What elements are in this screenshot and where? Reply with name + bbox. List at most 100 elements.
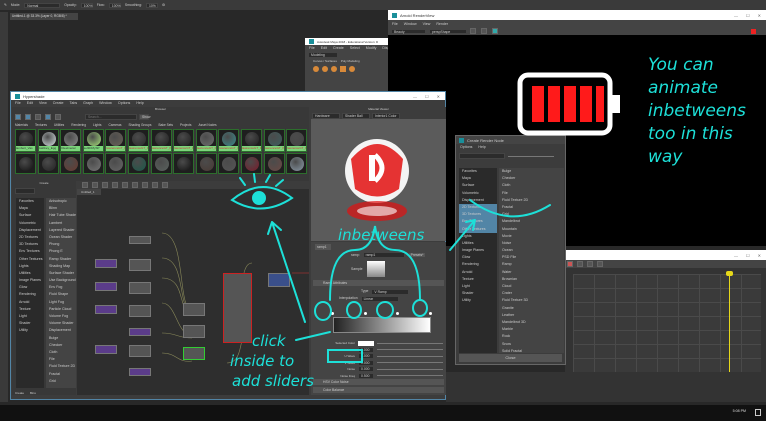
noise-field[interactable]: 0.000 xyxy=(358,366,374,373)
browser-tab-5[interactable]: Cameras xyxy=(109,123,122,127)
create-node-item[interactable]: File xyxy=(46,356,76,363)
browser-tab-3[interactable]: Rendering xyxy=(71,123,86,127)
place2d-node[interactable] xyxy=(129,368,151,376)
attr-slider[interactable] xyxy=(377,355,443,357)
node-category[interactable]: Surface xyxy=(459,182,497,189)
browser-tab-8[interactable]: Projects xyxy=(180,123,192,127)
node-category[interactable]: Rendering xyxy=(459,261,497,268)
browser-tab-1[interactable]: Textures xyxy=(35,123,47,127)
key-tool-icon[interactable] xyxy=(567,261,573,267)
create-category[interactable]: Utility xyxy=(16,327,44,334)
menu-item-1[interactable]: Help xyxy=(478,145,485,149)
render-node-item[interactable]: Mandelbrot 3D xyxy=(499,319,564,326)
render-node-item[interactable]: File xyxy=(499,190,564,197)
ramp-handle[interactable] xyxy=(331,312,334,315)
cone-tool-icon[interactable] xyxy=(340,66,346,72)
create-node-item[interactable]: Blinn xyxy=(46,205,76,212)
ramp-handle[interactable] xyxy=(396,312,399,315)
create-node-item[interactable]: Volume Shader xyxy=(46,320,76,327)
node-category[interactable]: Utility xyxy=(459,297,497,304)
render-node-item[interactable]: Ocean xyxy=(499,247,564,254)
material-swatch[interactable]: lawrenceGT_P xyxy=(105,129,127,152)
camera-select[interactable]: perspShape xyxy=(429,28,467,34)
node-category[interactable]: Env Textures xyxy=(459,218,497,226)
node-category[interactable]: Image Planes xyxy=(459,247,497,254)
create-node-item[interactable]: Shading Map xyxy=(46,263,76,270)
selected-color-swatch[interactable] xyxy=(358,340,374,346)
create-node-item[interactable]: Phong xyxy=(46,241,76,248)
material-swatch[interactable] xyxy=(37,153,59,174)
create-category[interactable]: Favorites xyxy=(16,198,44,205)
browser-tab-2[interactable]: Utilities xyxy=(54,123,64,127)
material-swatch[interactable] xyxy=(60,153,82,174)
create-node-item[interactable]: Light Fog xyxy=(46,299,76,306)
create-category[interactable]: Texture xyxy=(16,306,44,313)
interpolation-select[interactable]: Linear xyxy=(360,296,399,302)
render-node-item[interactable]: PSD File xyxy=(499,254,564,261)
material-swatch[interactable] xyxy=(150,153,172,174)
place2d-node[interactable] xyxy=(95,259,117,268)
layered-texture-node[interactable] xyxy=(183,347,205,360)
create-category[interactable]: Image Planes xyxy=(16,277,44,284)
menu-item-3[interactable]: Render xyxy=(436,22,448,26)
create-category[interactable]: Displacement xyxy=(16,227,44,234)
material-swatch[interactable] xyxy=(263,153,285,174)
node-category[interactable]: Utilities xyxy=(459,240,497,247)
presets-button[interactable]: Presets* xyxy=(407,252,426,258)
texture-node[interactable] xyxy=(129,259,151,271)
node-category[interactable]: Displacement xyxy=(459,197,497,204)
aov-select[interactable]: Beauty xyxy=(391,28,426,34)
create-tab-0[interactable]: Create xyxy=(15,391,24,395)
menu-item-2[interactable]: Create xyxy=(333,46,344,50)
render-node-item[interactable]: Cloud xyxy=(499,283,564,290)
create-node-item[interactable]: Ramp Shader xyxy=(46,256,76,263)
minimize-button[interactable]: — xyxy=(734,13,738,18)
create-node-item[interactable]: Fluid Shape xyxy=(46,291,76,298)
menu-item-8[interactable]: Help xyxy=(136,101,143,105)
material-swatch[interactable] xyxy=(218,153,240,174)
create-category[interactable]: Volumetric xyxy=(16,220,44,227)
create-node-item[interactable]: Fluid Texture 2D xyxy=(46,363,76,370)
mode-select[interactable]: Normal xyxy=(24,2,61,8)
material-swatch[interactable]: Dieelmetal xyxy=(60,129,82,152)
render-node-item[interactable]: Leather xyxy=(499,312,564,319)
refresh-button[interactable] xyxy=(481,28,487,34)
color-balance-section[interactable]: Color Balance xyxy=(313,387,444,393)
material-swatch[interactable]: Gabbey_Egg xyxy=(37,129,59,152)
create-node-item[interactable]: Cloth xyxy=(46,349,76,356)
menu-item-0[interactable]: File xyxy=(15,101,21,105)
layered-texture-node[interactable] xyxy=(183,325,205,338)
show-button[interactable]: Show xyxy=(139,113,150,120)
menu-item-4[interactable]: Modify xyxy=(366,46,377,50)
create-node-item[interactable]: Layered Shader xyxy=(46,227,76,234)
render-button[interactable] xyxy=(470,28,476,34)
material-swatch[interactable]: lawrenceGT_P xyxy=(150,129,172,152)
maximize-button[interactable]: ☐ xyxy=(425,94,429,99)
crop-button[interactable] xyxy=(492,28,498,34)
node-category[interactable]: Favorites xyxy=(459,168,497,175)
create-node-item[interactable]: Anisotropic xyxy=(46,198,76,205)
selected-position-field[interactable]: 0.000 xyxy=(358,346,374,353)
menu-item-3[interactable]: Create xyxy=(53,101,64,105)
create-node-item[interactable]: Checker xyxy=(46,342,76,349)
create-node-item[interactable]: Env Fog xyxy=(46,284,76,291)
render-node-item[interactable]: Fluid Texture 2D xyxy=(499,197,564,204)
node-category[interactable]: Light xyxy=(459,283,497,290)
render-node-item[interactable]: Bulge xyxy=(499,168,564,175)
remove-node-icon[interactable] xyxy=(132,182,138,188)
render-node-item[interactable]: Checker xyxy=(499,175,564,182)
material-swatch[interactable] xyxy=(241,153,262,174)
playhead-marker[interactable] xyxy=(726,271,733,276)
ramp-gradient[interactable] xyxy=(333,317,431,333)
create-category[interactable]: Maya xyxy=(16,205,44,212)
menu-item-3[interactable]: Select xyxy=(350,46,360,50)
shelf-tab-0[interactable]: Curves / Surfaces xyxy=(313,59,337,63)
create-node-item[interactable]: Fractal xyxy=(46,371,76,378)
shading-group-node[interactable] xyxy=(268,273,290,287)
create-node-item[interactable]: Surface Shader xyxy=(46,270,76,277)
browser-tab-4[interactable]: Lights xyxy=(93,123,102,127)
render-node-item[interactable]: Fluid Texture 3D xyxy=(499,297,564,304)
menu-item-6[interactable]: Window xyxy=(99,101,112,105)
render-node-item[interactable]: Ramp xyxy=(499,261,564,268)
create-node-item[interactable]: Use Background xyxy=(46,277,76,284)
